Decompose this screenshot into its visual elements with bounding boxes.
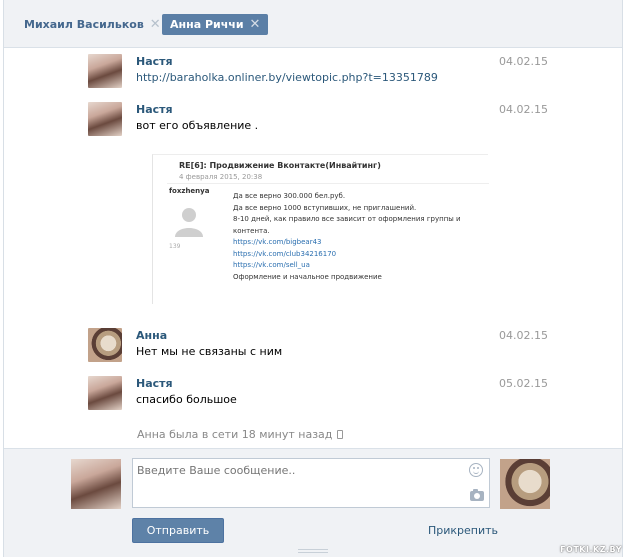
message-date[interactable]: 04.02.15 — [499, 55, 548, 68]
forum-link: https://vk.com/bigbear43 — [233, 238, 322, 246]
dialog-window: Михаил Васильков ✕ Анна Риччи ✕ Настя 04… — [3, 0, 623, 557]
watermark: FOTKI.KZ.BY — [560, 545, 622, 554]
message-item: Анна 04.02.15 Нет мы не связаны с ним — [88, 328, 558, 362]
message-author[interactable]: Анна — [136, 329, 167, 342]
my-avatar[interactable] — [71, 459, 121, 509]
tab-anna-ricchi[interactable]: Анна Риччи ✕ — [162, 14, 269, 35]
message-author[interactable]: Настя — [136, 103, 173, 116]
attached-forum-screenshot[interactable]: RE[6]: Продвижение Вконтакте(Инвайтинг) … — [152, 154, 489, 304]
message-date[interactable]: 05.02.15 — [499, 377, 548, 390]
forum-link: https://vk.com/sell_ua — [233, 261, 310, 269]
avatar[interactable] — [88, 102, 122, 136]
close-icon[interactable]: ✕ — [150, 18, 161, 31]
online-status: Анна была в сети 18 минут назад — [137, 428, 344, 441]
forum-post-count: 139 — [169, 243, 181, 250]
message-item: Настя 04.02.15 http://baraholka.onliner.… — [88, 54, 558, 88]
attach-link[interactable]: Прикрепить — [428, 524, 498, 537]
dialog-tabs: Михаил Васильков ✕ Анна Риччи ✕ — [4, 0, 622, 48]
avatar[interactable] — [88, 328, 122, 362]
tab-label: Михаил Васильков — [24, 18, 144, 31]
forum-post-date: 4 февраля 2015, 20:38 — [179, 173, 263, 181]
forum-line: 8-10 дней, как правило все зависит от оф… — [233, 215, 461, 235]
divider — [167, 183, 489, 184]
user-silhouette-icon — [175, 208, 203, 237]
forum-line: Да все верно 300.000 бел.руб. — [233, 192, 346, 200]
avatar[interactable] — [88, 54, 122, 88]
message-text: спасибо большое — [136, 393, 237, 406]
message-author[interactable]: Настя — [136, 377, 173, 390]
avatar[interactable] — [88, 376, 122, 410]
compose-area: Отправить Прикрепить — [4, 448, 622, 557]
smile-icon[interactable] — [469, 463, 483, 477]
mobile-phone-icon — [337, 430, 344, 439]
camera-icon[interactable] — [470, 489, 484, 501]
close-icon[interactable]: ✕ — [250, 18, 261, 31]
message-date[interactable]: 04.02.15 — [499, 103, 548, 116]
message-input[interactable] — [132, 458, 490, 508]
message-link[interactable]: http://baraholka.onliner.by/viewtopic.ph… — [136, 71, 438, 84]
message-text: Нет мы не связаны с ним — [136, 345, 283, 358]
message-date[interactable]: 04.02.15 — [499, 329, 548, 342]
forum-link: https://vk.com/club34216170 — [233, 249, 337, 258]
message-text: вот его объявление . — [136, 119, 259, 132]
tab-mikhail-vasilkov[interactable]: Михаил Васильков ✕ — [16, 14, 169, 35]
send-button[interactable]: Отправить — [132, 518, 224, 543]
forum-line: Оформление и начальное продвижение — [233, 272, 382, 281]
forum-post-title: RE[6]: Продвижение Вконтакте(Инвайтинг) — [179, 161, 381, 170]
forum-post-body: Да все верно 300.000 бел.руб. Да все вер… — [233, 191, 488, 283]
resize-handle[interactable] — [298, 549, 328, 553]
forum-user: foxzhenya — [169, 187, 210, 195]
forum-line: Да все верно 1000 вступивших, не приглаш… — [233, 203, 417, 212]
message-item: Настя 05.02.15 спасибо большое — [88, 376, 558, 410]
online-status-text: Анна была в сети 18 минут назад — [137, 428, 333, 441]
peer-avatar[interactable] — [500, 459, 550, 509]
message-author[interactable]: Настя — [136, 55, 173, 68]
message-history: Настя 04.02.15 http://baraholka.onliner.… — [4, 48, 622, 448]
tab-label: Анна Риччи — [170, 18, 244, 31]
